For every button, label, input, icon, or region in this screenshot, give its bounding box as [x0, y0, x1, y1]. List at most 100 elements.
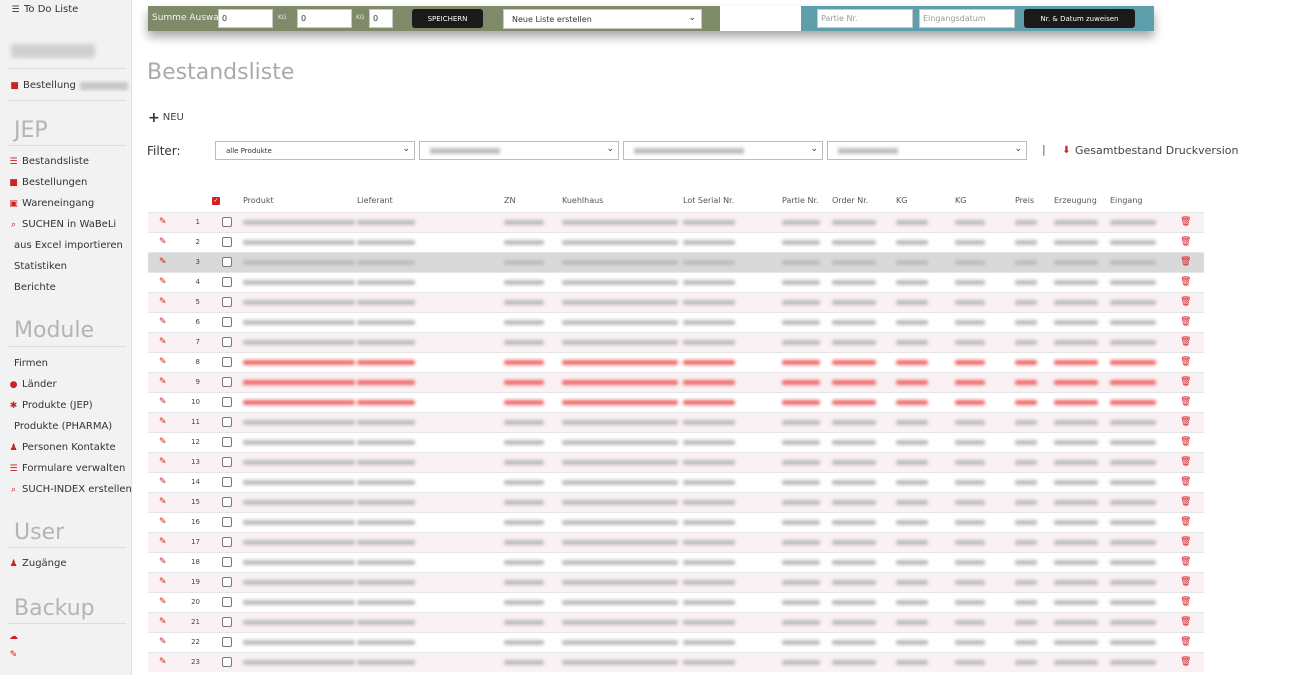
sidebar-item-formulare-verwalten[interactable]: ☰ Formulare verwalten — [9, 463, 125, 474]
backup-magic-button[interactable]: ✎ — [9, 650, 18, 660]
partie-nr-input[interactable]: Partie Nr. — [817, 9, 913, 28]
table-row[interactable]: ✎ 12 🗑 — [148, 432, 1204, 452]
row-checkbox[interactable] — [222, 637, 232, 647]
sidebar-item-berichte[interactable]: Berichte — [14, 282, 56, 293]
edit-icon[interactable]: ✎ — [159, 217, 167, 227]
edit-icon[interactable]: ✎ — [159, 297, 167, 307]
row-checkbox[interactable] — [222, 377, 232, 387]
edit-icon[interactable]: ✎ — [159, 357, 167, 367]
row-checkbox[interactable] — [222, 277, 232, 287]
table-row[interactable]: ✎ 17 🗑 — [148, 532, 1204, 552]
delete-icon[interactable]: 🗑 — [1180, 217, 1191, 227]
bestellung-link[interactable]: ■ Bestellung — [10, 80, 128, 91]
row-checkbox[interactable] — [222, 317, 232, 327]
delete-icon[interactable]: 🗑 — [1180, 597, 1191, 607]
row-checkbox[interactable] — [222, 477, 232, 487]
table-row[interactable]: ✎ 13 🗑 — [148, 452, 1204, 472]
delete-icon[interactable]: 🗑 — [1180, 437, 1191, 447]
row-checkbox[interactable] — [222, 297, 232, 307]
select-all-checkbox[interactable]: ✓ — [212, 197, 220, 205]
edit-icon[interactable]: ✎ — [159, 237, 167, 247]
row-checkbox[interactable] — [222, 237, 232, 247]
table-row[interactable]: ✎ 2 🗑 — [148, 232, 1204, 252]
edit-icon[interactable]: ✎ — [159, 597, 167, 607]
column-header[interactable]: Produkt — [243, 196, 274, 205]
table-row[interactable]: ✎ 1 🗑 — [148, 212, 1204, 232]
sidebar-item-such-index-erstellen[interactable]: ⌕ SUCH-INDEX erstellen — [9, 484, 132, 495]
delete-icon[interactable]: 🗑 — [1180, 497, 1191, 507]
delete-icon[interactable]: 🗑 — [1180, 357, 1191, 367]
delete-icon[interactable]: 🗑 — [1180, 257, 1191, 267]
sum-kg-input-1[interactable]: 0 — [218, 9, 273, 28]
column-header[interactable]: KG — [955, 196, 966, 205]
table-row[interactable]: ✎ 20 🗑 — [148, 592, 1204, 612]
sum-input-3[interactable]: 0 — [369, 9, 393, 28]
sidebar-item-zugänge[interactable]: ♟ Zugänge — [9, 558, 66, 569]
new-button[interactable]: + NEU — [148, 111, 184, 125]
sidebar-item-statistiken[interactable]: Statistiken — [14, 261, 67, 272]
delete-icon[interactable]: 🗑 — [1180, 577, 1191, 587]
row-checkbox[interactable] — [222, 497, 232, 507]
row-checkbox[interactable] — [222, 577, 232, 587]
table-row[interactable]: ✎ 16 🗑 — [148, 512, 1204, 532]
table-row[interactable]: ✎ 5 🗑 — [148, 292, 1204, 312]
todo-link[interactable]: ☰ To Do Liste — [11, 4, 78, 15]
delete-icon[interactable]: 🗑 — [1180, 517, 1191, 527]
eingangsdatum-input[interactable]: Eingangsdatum — [919, 9, 1015, 28]
column-header[interactable]: Partie Nr. — [782, 196, 819, 205]
table-row[interactable]: ✎ 18 🗑 — [148, 552, 1204, 572]
edit-icon[interactable]: ✎ — [159, 257, 167, 267]
edit-icon[interactable]: ✎ — [159, 337, 167, 347]
table-row[interactable]: ✎ 14 🗑 — [148, 472, 1204, 492]
column-header[interactable]: ZN — [504, 196, 515, 205]
column-header[interactable]: KG — [896, 196, 907, 205]
delete-icon[interactable]: 🗑 — [1180, 237, 1191, 247]
assign-button[interactable]: Nr. & Datum zuweisen — [1024, 9, 1135, 28]
delete-icon[interactable]: 🗑 — [1180, 637, 1191, 647]
sidebar-item-länder[interactable]: ● Länder — [9, 379, 57, 390]
sidebar-item-wareneingang[interactable]: ▣ Wareneingang — [9, 198, 94, 209]
delete-icon[interactable]: 🗑 — [1180, 277, 1191, 287]
delete-icon[interactable]: 🗑 — [1180, 657, 1191, 667]
sidebar-item-bestellungen[interactable]: ■ Bestellungen — [9, 177, 87, 188]
table-row[interactable]: ✎ 4 🗑 — [148, 272, 1204, 292]
table-row[interactable]: ✎ 3 🗑 — [148, 252, 1204, 272]
sidebar-item-aus-excel-importieren[interactable]: aus Excel importieren — [14, 240, 123, 251]
column-header[interactable]: Eingang — [1110, 196, 1142, 205]
table-row[interactable]: ✎ 6 🗑 — [148, 312, 1204, 332]
delete-icon[interactable]: 🗑 — [1180, 397, 1191, 407]
row-checkbox[interactable] — [222, 417, 232, 427]
sum-kg-input-2[interactable]: 0 — [297, 9, 352, 28]
sidebar-item-suchen-in-wabeli[interactable]: ⌕ SUCHEN in WaBeLi — [9, 219, 116, 230]
edit-icon[interactable]: ✎ — [159, 537, 167, 547]
sidebar-item-firmen[interactable]: Firmen — [14, 358, 48, 369]
edit-icon[interactable]: ✎ — [159, 497, 167, 507]
row-checkbox[interactable] — [222, 457, 232, 467]
table-row[interactable]: ✎ 15 🗑 — [148, 492, 1204, 512]
row-checkbox[interactable] — [222, 217, 232, 227]
row-checkbox[interactable] — [222, 357, 232, 367]
table-row[interactable]: ✎ 23 🗑 — [148, 652, 1204, 672]
delete-icon[interactable]: 🗑 — [1180, 477, 1191, 487]
edit-icon[interactable]: ✎ — [159, 477, 167, 487]
table-row[interactable]: ✎ 19 🗑 — [148, 572, 1204, 592]
edit-icon[interactable]: ✎ — [159, 637, 167, 647]
column-header[interactable]: Lot Serial Nr. — [683, 196, 734, 205]
print-version-link[interactable]: ⬇ Gesamtbestand Druckversion — [1062, 144, 1238, 157]
delete-icon[interactable]: 🗑 — [1180, 617, 1191, 627]
filter-select-4[interactable]: ⌄ — [827, 141, 1027, 160]
table-row[interactable]: ✎ 8 🗑 — [148, 352, 1204, 372]
edit-icon[interactable]: ✎ — [159, 317, 167, 327]
delete-icon[interactable]: 🗑 — [1180, 337, 1191, 347]
row-checkbox[interactable] — [222, 397, 232, 407]
column-header[interactable]: Kuehlhaus — [562, 196, 603, 205]
table-row[interactable]: ✎ 22 🗑 — [148, 632, 1204, 652]
edit-icon[interactable]: ✎ — [159, 517, 167, 527]
row-checkbox[interactable] — [222, 557, 232, 567]
backup-cloud-button[interactable]: ☁ — [9, 632, 18, 642]
save-button[interactable]: SPEICHERN — [412, 9, 483, 28]
sidebar-item-produkte-jep[interactable]: ✱ Produkte (JEP) — [9, 400, 93, 411]
row-checkbox[interactable] — [222, 437, 232, 447]
row-checkbox[interactable] — [222, 617, 232, 627]
filter-products-select[interactable]: alle Produkte ⌄ — [215, 141, 415, 160]
